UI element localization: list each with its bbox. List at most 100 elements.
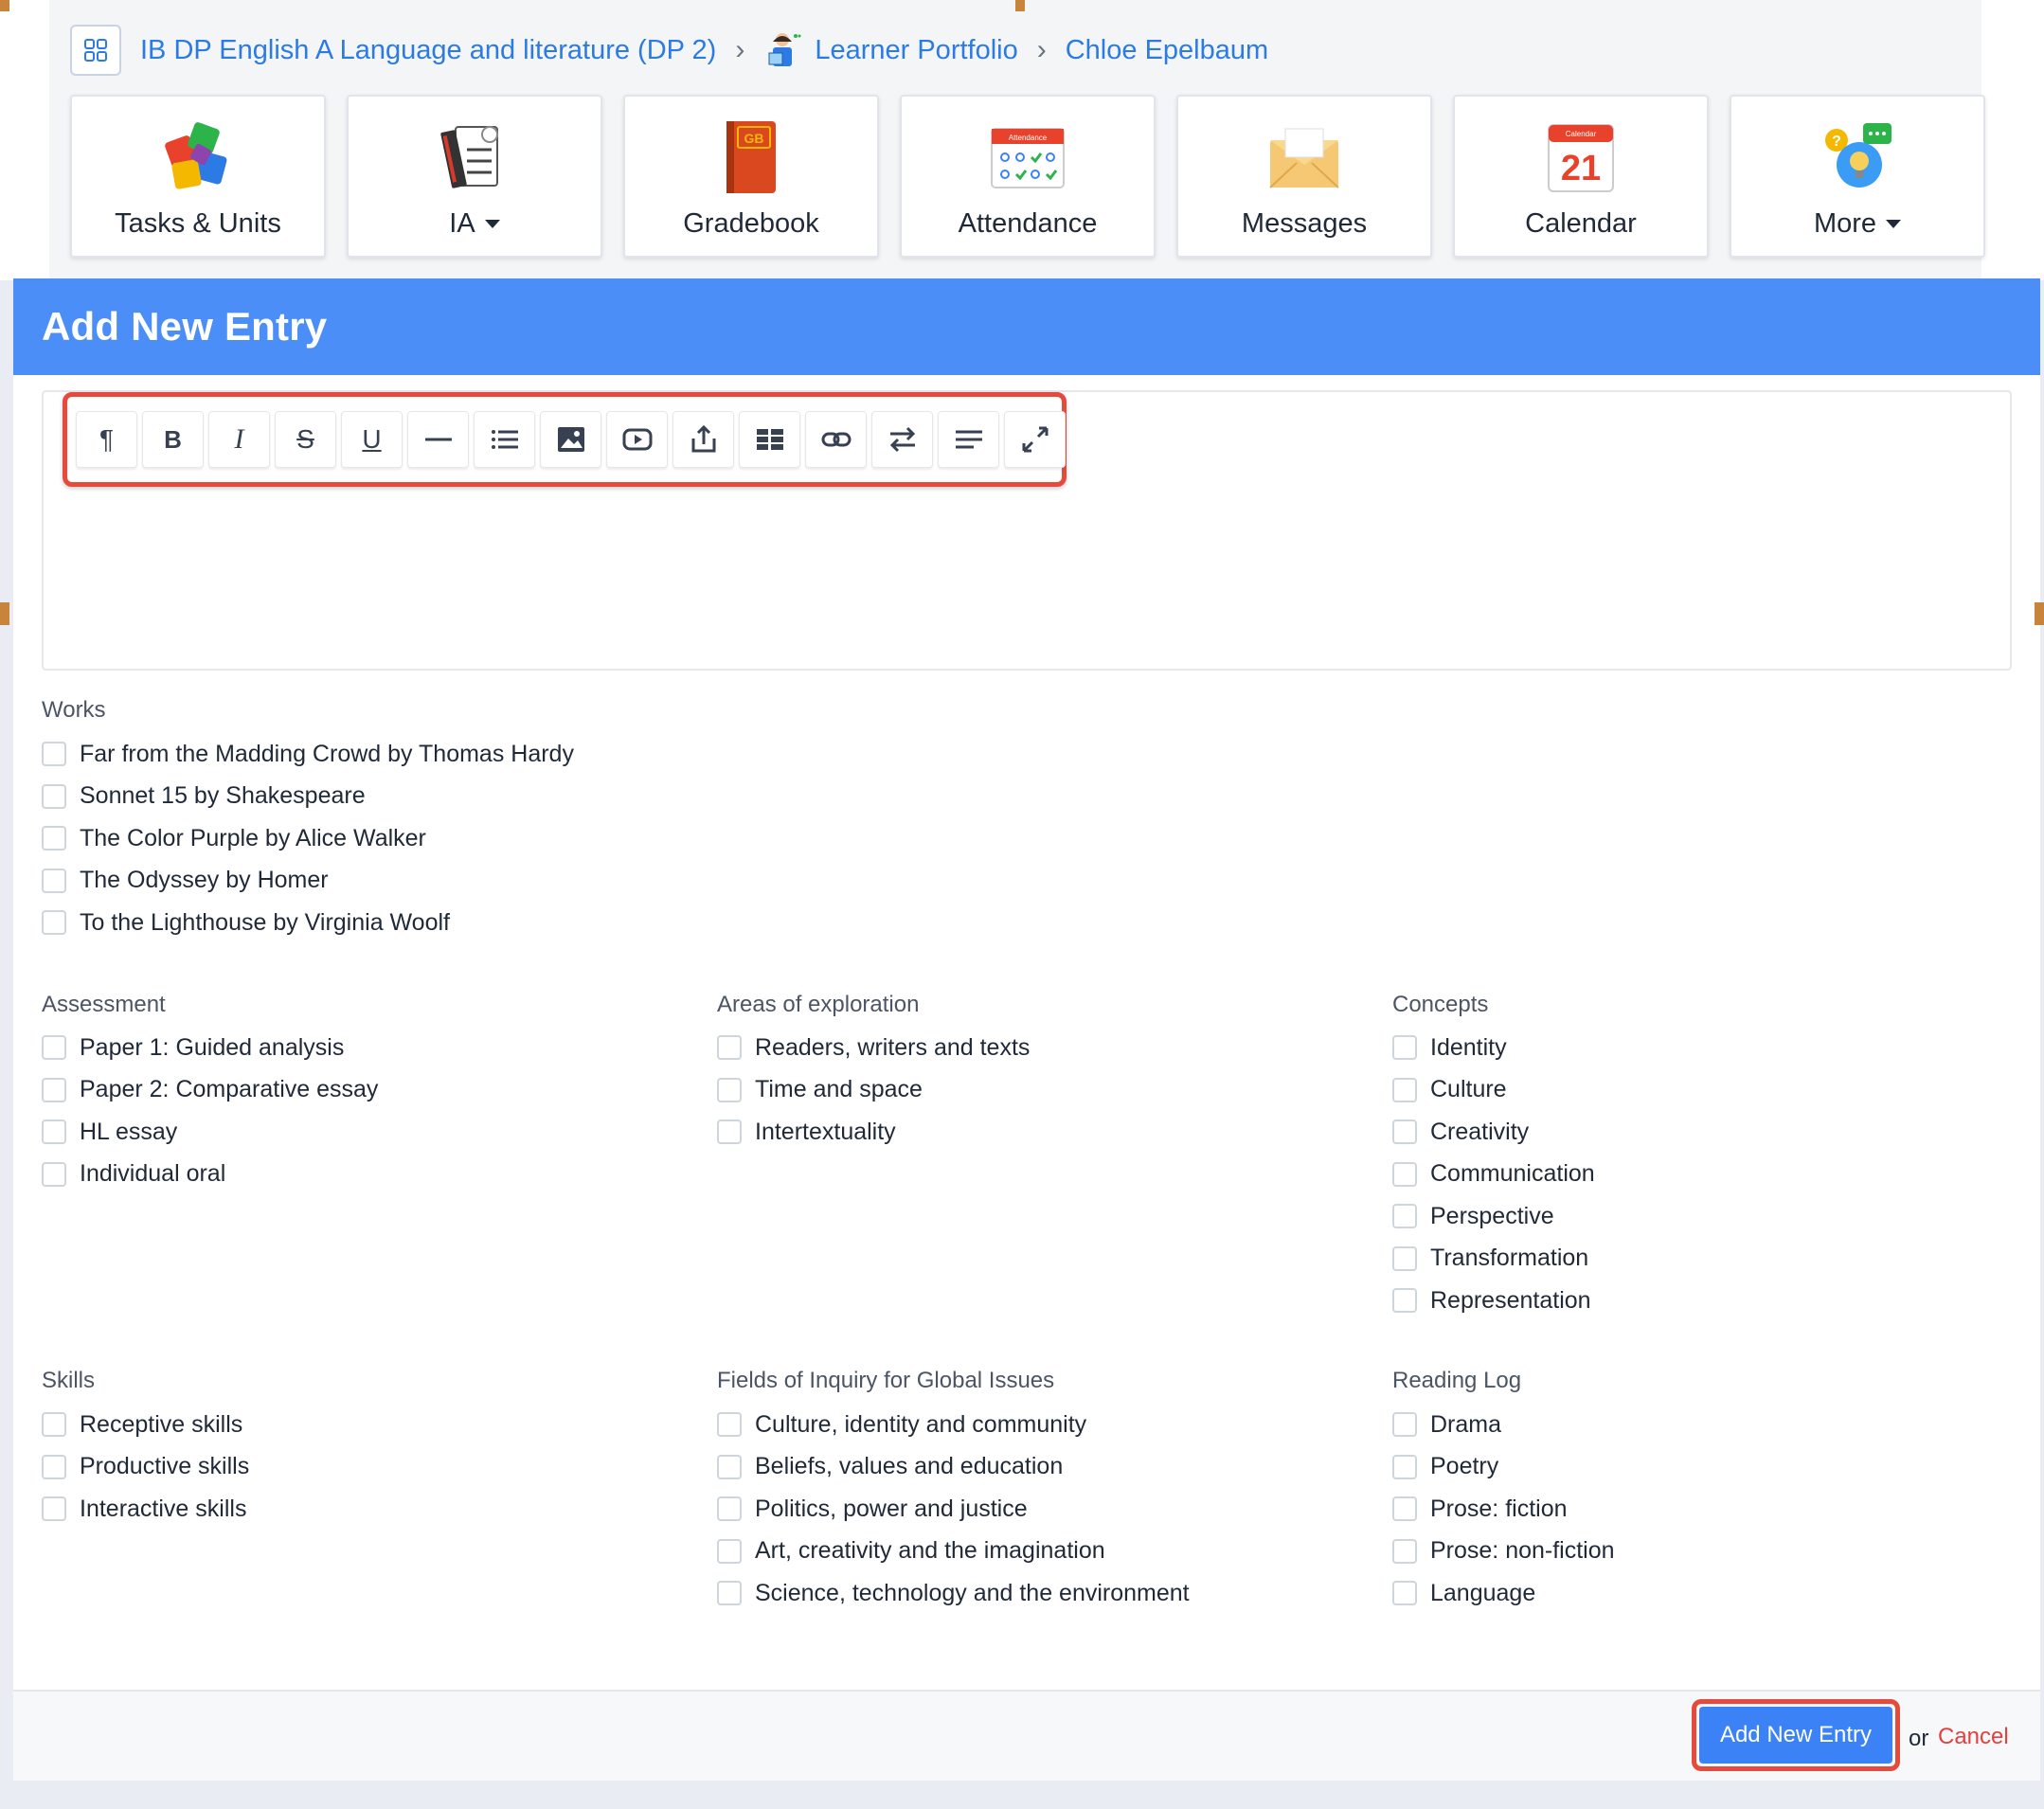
tile-messages[interactable]: Messages xyxy=(1176,95,1432,258)
list-item[interactable]: Individual oral xyxy=(42,1154,378,1196)
upload-button[interactable] xyxy=(672,411,734,468)
list-item[interactable]: Identity xyxy=(1392,1027,1595,1069)
list-item[interactable]: Creativity xyxy=(1392,1111,1595,1154)
strikethrough-button[interactable]: S xyxy=(275,411,336,468)
checkbox[interactable] xyxy=(1392,1204,1417,1229)
list-item[interactable]: Culture, identity and community xyxy=(717,1404,1190,1446)
list-item[interactable]: Culture xyxy=(1392,1069,1595,1112)
list-item[interactable]: The Odyssey by Homer xyxy=(42,860,574,903)
list-item[interactable]: Paper 1: Guided analysis xyxy=(42,1027,378,1069)
tile-more[interactable]: ? More xyxy=(1730,95,1985,258)
list-item[interactable]: To the Lighthouse by Virginia Woolf xyxy=(42,902,574,944)
tile-label: Messages xyxy=(1241,208,1368,239)
checkbox[interactable] xyxy=(1392,1161,1417,1187)
table-button[interactable] xyxy=(739,411,800,468)
checkbox[interactable] xyxy=(42,910,66,936)
apps-grid-button[interactable] xyxy=(70,25,121,76)
list-item[interactable]: Language xyxy=(1392,1572,1615,1615)
checkbox[interactable] xyxy=(42,868,66,893)
checkbox[interactable] xyxy=(1392,1119,1417,1145)
list-item[interactable]: Prose: non-fiction xyxy=(1392,1531,1615,1573)
list-item[interactable]: Paper 2: Comparative essay xyxy=(42,1069,378,1112)
underline-icon: U xyxy=(362,424,382,454)
cancel-link[interactable]: Cancel xyxy=(1938,1724,2009,1750)
list-item[interactable]: Beliefs, values and education xyxy=(717,1446,1190,1489)
checkbox[interactable] xyxy=(1392,1245,1417,1271)
checkbox[interactable] xyxy=(1392,1496,1417,1522)
breadcrumb-portfolio-link[interactable]: Learner Portfolio xyxy=(815,35,1017,66)
direction-button[interactable] xyxy=(871,411,933,468)
list-item[interactable]: Art, creativity and the imagination xyxy=(717,1531,1190,1573)
list-item[interactable]: Intertextuality xyxy=(717,1111,1030,1154)
breadcrumb-student-link[interactable]: Chloe Epelbaum xyxy=(1066,35,1268,66)
checkbox[interactable] xyxy=(42,826,66,851)
video-button[interactable] xyxy=(606,411,668,468)
list-button[interactable] xyxy=(474,411,535,468)
checkbox[interactable] xyxy=(717,1454,742,1479)
checkbox[interactable] xyxy=(42,742,66,767)
checkbox[interactable] xyxy=(1392,1412,1417,1438)
gradebook-icon: GB xyxy=(726,121,776,193)
tile-calendar[interactable]: Calendar 21 Calendar xyxy=(1453,95,1709,258)
list-item[interactable]: Time and space xyxy=(717,1069,1030,1112)
skills-heading: Skills xyxy=(42,1368,96,1393)
checkbox[interactable] xyxy=(717,1119,742,1145)
list-item[interactable]: Interactive skills xyxy=(42,1488,249,1531)
bold-button[interactable]: B xyxy=(142,411,204,468)
checkbox[interactable] xyxy=(42,1119,66,1145)
list-item[interactable]: Perspective xyxy=(1392,1195,1595,1238)
horizontal-rule-button[interactable] xyxy=(407,411,469,468)
checkbox[interactable] xyxy=(1392,1077,1417,1102)
checkbox[interactable] xyxy=(717,1412,742,1438)
breadcrumb-course-link[interactable]: IB DP English A Language and literature … xyxy=(140,35,716,66)
list-item[interactable]: Communication xyxy=(1392,1154,1595,1196)
list-item[interactable]: Receptive skills xyxy=(42,1404,249,1446)
checkbox[interactable] xyxy=(717,1035,742,1061)
learner-portfolio-icon xyxy=(768,33,801,66)
align-button[interactable] xyxy=(938,411,999,468)
add-new-entry-button[interactable]: Add New Entry xyxy=(1699,1707,1892,1764)
rich-text-editor[interactable]: ¶ B I S U xyxy=(42,390,2012,671)
checkbox[interactable] xyxy=(42,1077,66,1102)
list-item[interactable]: Productive skills xyxy=(42,1446,249,1489)
image-button[interactable] xyxy=(540,411,601,468)
tile-gradebook[interactable]: GB Gradebook xyxy=(623,95,879,258)
list-item[interactable]: Drama xyxy=(1392,1404,1615,1446)
link-icon xyxy=(821,432,851,447)
list-item[interactable]: Politics, power and justice xyxy=(717,1488,1190,1531)
tile-attendance[interactable]: Attendance Attendance xyxy=(900,95,1156,258)
checkbox[interactable] xyxy=(717,1496,742,1522)
calendar-icon: Calendar 21 xyxy=(1548,124,1614,192)
checkbox[interactable] xyxy=(1392,1454,1417,1479)
list-item[interactable]: Far from the Madding Crowd by Thomas Har… xyxy=(42,733,574,776)
checkbox[interactable] xyxy=(1392,1538,1417,1564)
italic-button[interactable]: I xyxy=(208,411,270,468)
list-item[interactable]: Science, technology and the environment xyxy=(717,1572,1190,1615)
checkbox[interactable] xyxy=(42,1412,66,1438)
list-item[interactable]: Readers, writers and texts xyxy=(717,1027,1030,1069)
checkbox[interactable] xyxy=(1392,1581,1417,1606)
checkbox[interactable] xyxy=(42,783,66,809)
checkbox[interactable] xyxy=(1392,1288,1417,1314)
checkbox[interactable] xyxy=(42,1035,66,1061)
link-button[interactable] xyxy=(805,411,867,468)
tile-tasks-units[interactable]: Tasks & Units xyxy=(70,95,326,258)
checkbox[interactable] xyxy=(42,1496,66,1522)
paragraph-button[interactable]: ¶ xyxy=(76,411,137,468)
checkbox[interactable] xyxy=(717,1581,742,1606)
checkbox[interactable] xyxy=(717,1077,742,1102)
checkbox[interactable] xyxy=(1392,1035,1417,1061)
fullscreen-button[interactable] xyxy=(1004,411,1066,468)
list-item[interactable]: Representation xyxy=(1392,1280,1595,1322)
list-item[interactable]: Prose: fiction xyxy=(1392,1488,1615,1531)
list-item[interactable]: Sonnet 15 by Shakespeare xyxy=(42,776,574,818)
underline-button[interactable]: U xyxy=(341,411,403,468)
checkbox[interactable] xyxy=(42,1161,66,1187)
list-item[interactable]: HL essay xyxy=(42,1111,378,1154)
list-item[interactable]: Poetry xyxy=(1392,1446,1615,1489)
checkbox[interactable] xyxy=(717,1538,742,1564)
list-item[interactable]: The Color Purple by Alice Walker xyxy=(42,817,574,860)
checkbox[interactable] xyxy=(42,1454,66,1479)
tile-ia[interactable]: IA xyxy=(347,95,602,258)
list-item[interactable]: Transformation xyxy=(1392,1238,1595,1281)
